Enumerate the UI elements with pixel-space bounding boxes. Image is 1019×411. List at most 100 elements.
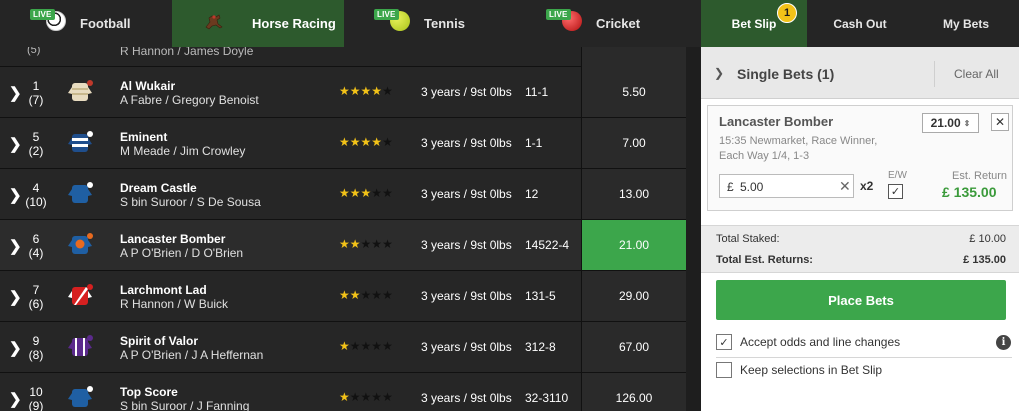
nav-cricket[interactable]: LIVE Cricket (516, 0, 701, 47)
odds-button[interactable]: 29.00 (581, 271, 686, 321)
star-icon: ★ (360, 288, 372, 302)
tab-cash-out-label: Cash Out (833, 16, 887, 31)
tab-bet-slip-label: Bet Slip (731, 16, 777, 31)
single-bets-title: Single Bets (1) (737, 66, 835, 82)
runner-row: ❯ 5 (2) Eminent M Meade / Jim Crowley ★★★★★ 3 … (0, 118, 686, 169)
bet-slip-header: ❯ Single Bets (1) Clear All (701, 47, 1019, 99)
star-icon: ★ (349, 135, 361, 149)
odds-select[interactable]: 21.00 ⇕ (922, 113, 979, 133)
odds-select-value: 21.00 (930, 116, 961, 130)
expand-chevron-icon[interactable]: ❯ (9, 135, 22, 153)
odds-button[interactable]: 13.00 (581, 169, 686, 219)
star-icon: ★ (339, 390, 350, 404)
accept-odds-checkbox[interactable]: ✓ (716, 334, 732, 350)
odds-button[interactable]: 5.50 (581, 67, 686, 117)
runner-age-weight: 3 years / 9st 0lbs (421, 340, 512, 354)
keep-selections-option[interactable]: Keep selections in Bet Slip (716, 362, 1012, 388)
runner-row: ❯ 4 (10) Dream Castle S bin Suroor / S De So… (0, 169, 686, 220)
nav-tennis[interactable]: LIVE Tennis (344, 0, 516, 47)
place-bets-button[interactable]: Place Bets (716, 280, 1006, 320)
star-icon: ★ (339, 237, 350, 251)
keep-selections-checkbox[interactable] (716, 362, 732, 378)
expand-chevron-icon[interactable]: ❯ (9, 288, 22, 306)
odds-button[interactable]: 21.00 (581, 220, 686, 270)
nav-cricket-label: Cricket (596, 16, 641, 31)
expand-chevron-icon[interactable]: ❯ (9, 390, 22, 408)
chevron-down-icon[interactable]: ❯ (714, 66, 724, 80)
runner-age-weight: 3 years / 9st 0lbs (421, 136, 512, 150)
runner-name: Larchmont Lad (120, 283, 207, 297)
star-icon: ★ (371, 390, 383, 404)
jockey-silk-icon (68, 80, 93, 101)
runner-name: Lancaster Bomber (120, 232, 226, 246)
runner-row: ❯ 1 (7) Al Wukair A Fabre / Gregory Benoist ★… (0, 67, 686, 118)
expand-chevron-icon[interactable]: ❯ (9, 339, 22, 357)
runner-row: ❯ 7 (6) Larchmont Lad R Hannon / W Buick ★★★★… (0, 271, 686, 322)
runner-draw: (7) (28, 93, 44, 107)
star-icon: ★ (349, 288, 361, 302)
star-icon: ★ (349, 390, 361, 404)
tab-bet-slip[interactable]: Bet Slip 1 (701, 0, 807, 47)
star-icon: ★ (339, 186, 350, 200)
odds-button[interactable]: 126.00 (581, 373, 686, 411)
bet-slip-count-badge: 1 (777, 3, 797, 23)
jockey-silk-icon (68, 284, 93, 305)
runner-age-weight: 3 years / 9st 0lbs (421, 238, 512, 252)
runner-draw: (4) (28, 246, 44, 260)
runner-form: 12 (525, 187, 539, 201)
star-icon: ★ (382, 339, 393, 353)
star-icon: ★ (349, 237, 361, 251)
slip-tabs: Bet Slip 1 Cash Out My Bets (701, 0, 1019, 47)
runner-number: 1 (32, 79, 40, 93)
runner-number: 9 (32, 334, 40, 348)
header-separator (934, 61, 935, 87)
stake-input[interactable] (740, 178, 830, 195)
runner-name: Al Wukair (120, 79, 176, 93)
runner-jockey-trainer: A Fabre / Gregory Benoist (120, 93, 259, 107)
live-badge: LIVE (546, 9, 571, 20)
info-icon[interactable]: i (996, 335, 1011, 350)
expand-chevron-icon[interactable]: ❯ (9, 186, 22, 204)
nav-football-label: Football (80, 16, 131, 31)
runner-form: 1-1 (525, 136, 543, 150)
runner-number: 7 (32, 283, 40, 297)
nav-horse-racing[interactable]: Horse Racing (172, 0, 344, 47)
runner-jockey-trainer: R Hannon / James Doyle (120, 47, 254, 58)
nav-football[interactable]: LIVE Football (0, 0, 172, 47)
live-badge: LIVE (374, 9, 399, 20)
options-divider (716, 357, 1012, 358)
runner-age-weight: 3 years / 9st 0lbs (421, 391, 512, 405)
star-rating: ★★★★★ (339, 339, 393, 353)
expand-chevron-icon[interactable]: ❯ (9, 84, 22, 102)
runner-age-weight: 3 years / 9st 0lbs (421, 289, 512, 303)
tab-cash-out[interactable]: Cash Out (807, 0, 913, 47)
expand-chevron-icon[interactable]: ❯ (9, 237, 22, 255)
star-rating: ★★★★★ (339, 237, 393, 251)
odds-button[interactable]: 67.00 (581, 322, 686, 372)
race-line: 15:35 Newmarket, Race Winner, (719, 135, 878, 147)
total-returns-label: Total Est. Returns: (716, 254, 813, 266)
nav-horse-racing-label: Horse Racing (252, 16, 336, 31)
total-staked-value: £ 10.00 (969, 233, 1006, 245)
clear-all-button[interactable]: Clear All (954, 67, 999, 81)
stake-field[interactable]: £ ✕ (719, 174, 854, 198)
race-details: 15:35 Newmarket, Race Winner, Each Way 1… (719, 134, 899, 164)
star-rating: ★★★★★ (339, 135, 393, 149)
tab-my-bets[interactable]: My Bets (913, 0, 1019, 47)
each-way-checkbox[interactable]: ✓ (888, 184, 903, 199)
top-navigation: LIVE Football Horse Racing LIVE Tennis L… (0, 0, 1019, 47)
each-way-label: E/W (888, 170, 907, 181)
total-returns-value: £ 135.00 (963, 254, 1006, 266)
star-icon: ★ (349, 84, 361, 98)
runner-form: 131-5 (525, 289, 556, 303)
race-line: Each Way 1/4, 1-3 (719, 150, 810, 162)
odds-button[interactable] (581, 47, 686, 67)
clear-stake-icon[interactable]: ✕ (839, 178, 851, 195)
odds-button[interactable]: 7.00 (581, 118, 686, 168)
runner-draw: (10) (25, 195, 47, 209)
runner-number: 10 (29, 385, 43, 399)
star-icon: ★ (371, 186, 383, 200)
remove-bet-button[interactable]: ✕ (991, 113, 1009, 131)
bet-totals: Total Staked: £ 10.00 Total Est. Returns… (701, 225, 1019, 273)
runner-number: 6 (32, 232, 40, 246)
